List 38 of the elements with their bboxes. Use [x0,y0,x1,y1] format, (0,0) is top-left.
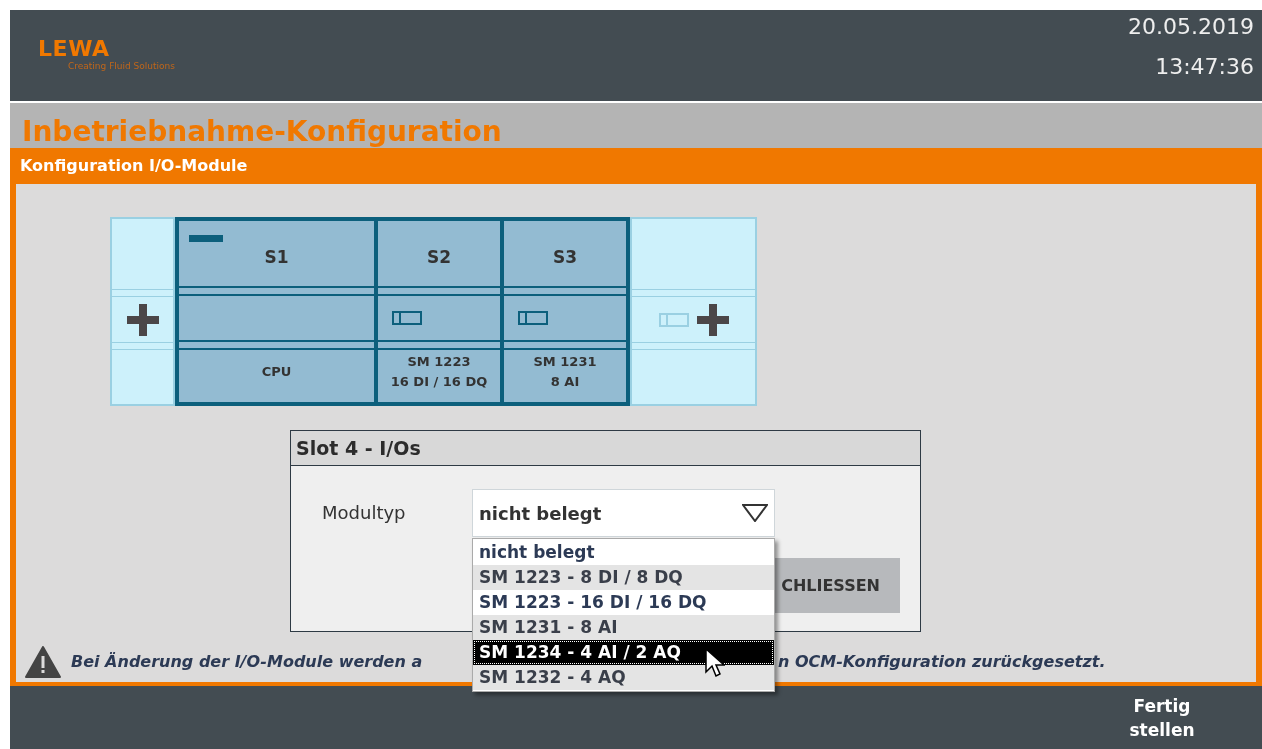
dialog-title: Slot 4 - I/Os [296,435,421,461]
date-text: 20.05.2019 [1128,16,1254,38]
connector-icon [658,312,689,327]
dropdown-triangle-icon [742,504,768,522]
terminal-strip [112,342,173,350]
logo-text: LEWA [38,38,110,60]
connector-icon [392,311,422,325]
module-type-text: SM 1223 [407,353,471,371]
dropdown-option[interactable]: nicht belegt [473,540,774,565]
terminal-strip [112,289,173,297]
dropdown-option[interactable]: SM 1223 - 8 DI / 8 DQ [473,565,774,590]
status-led [189,235,223,242]
module-type-text: 16 DI / 16 DQ [390,373,488,391]
field-label: Modultyp [322,501,407,525]
module-type-text: CPU [261,363,292,381]
logo-tagline: Creating Fluid Solutions [68,62,175,71]
module-type-text: 8 AI [550,373,580,391]
slot-label: S1 [264,245,289,269]
page-title: Inbetriebnahme-Konfiguration [22,118,502,146]
plus-icon[interactable] [696,303,729,336]
mouse-cursor-icon [705,648,725,678]
warning-icon [25,646,61,678]
finish-button[interactable]: Fertig stellen [1122,693,1202,742]
dropdown-option[interactable]: SM 1231 - 8 AI [473,615,774,640]
module-type-dropdown[interactable]: nicht belegt [472,489,775,537]
slot-label: S2 [426,245,452,269]
dropdown-option[interactable]: SM 1232 - 4 AQ [473,665,774,690]
plus-icon[interactable] [126,303,159,336]
connector-icon [518,311,548,325]
warning-text: Bei Änderung der I/O-Module werden a [71,651,424,673]
module-type-text: SM 1231 [533,353,597,371]
time-text: 13:47:36 [1155,56,1254,78]
dropdown-option[interactable]: SM 1234 - 4 AI / 2 AQ [473,640,774,665]
warning-text: n OCM-Konfiguration zurückgesetzt. [778,651,1106,673]
empty-slot[interactable] [110,217,175,406]
section-title: Konfiguration I/O-Module [20,155,248,177]
slot-label: S3 [552,245,578,269]
dropdown-option[interactable]: SM 1223 - 16 DI / 16 DQ [473,590,774,615]
